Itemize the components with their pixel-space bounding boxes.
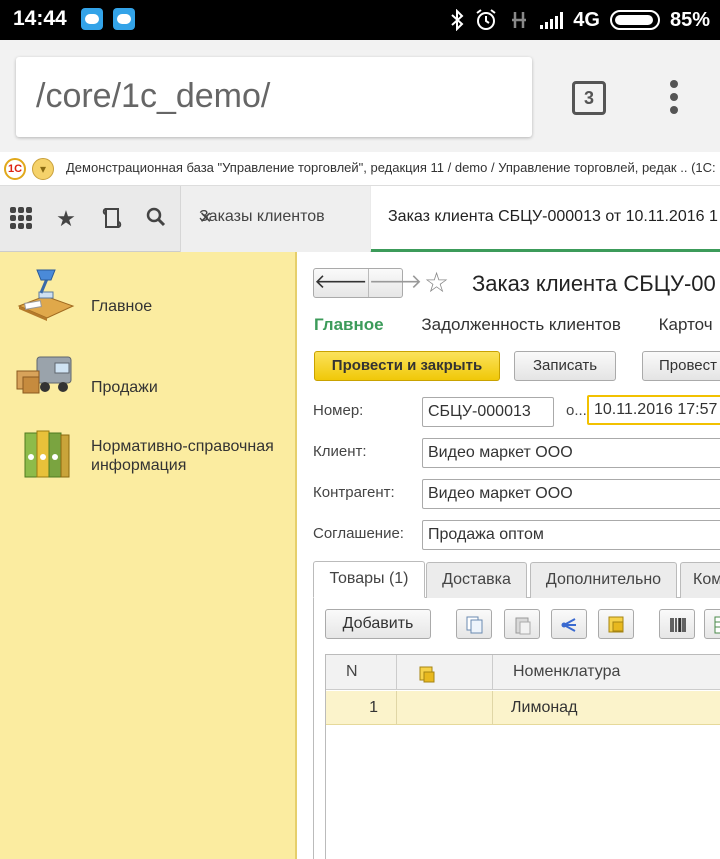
paste-icon[interactable] [504,609,540,639]
status-bar: 14:44 4G 85% [0,0,720,40]
history-nav: 🡐 🡒 [313,268,422,298]
page-title: Заказ клиента СБЦУ-00 [472,271,716,296]
goods-table: N Номенклатура 1 Лимонад [325,654,720,859]
favorite-star-icon[interactable]: ☆ [424,266,449,299]
agreement-label: Соглашение: [313,525,404,542]
section-sales[interactable]: Продажи [0,347,297,407]
form-nav-links: Главное Задолженность клиентов Карточ [314,315,720,335]
barcode-icon[interactable] [659,609,695,639]
table-header: N Номенклатура [326,655,720,690]
status-time: 14:44 [13,7,67,30]
contractor-label: Контрагент: [313,484,395,501]
network-type: 4G [573,8,600,31]
tab-delivery[interactable]: Доставка [426,562,527,598]
tab-client-order[interactable]: Заказ клиента СБЦУ-000013 от 10.11.2016 … [371,186,720,252]
cell-nomenclature: Лимонад [511,699,578,716]
cloud-app-icon [81,8,103,30]
apps-grid-icon[interactable] [10,207,32,229]
fill-icon[interactable] [598,609,634,639]
alarm-icon [474,8,498,32]
copy-icon[interactable] [456,609,492,639]
battery-percent: 85% [669,8,710,31]
sections-panel: Главное Продажи Нормативно-справочная ин… [0,252,297,859]
client-label: Клиент: [313,443,367,460]
app-title-strip: 1С ▾ Демонстрационная база "Управление т… [0,152,720,186]
date-field[interactable]: 10.11.2016 17:57 [587,395,720,425]
add-button[interactable]: Добавить [325,609,431,639]
panel-toolbar: ★ Заказы клиентов ✕ Заказ клиента СБЦУ-0… [0,186,720,252]
column-header-n[interactable]: N [326,655,397,690]
nav-link-card[interactable]: Карточ [659,315,713,334]
section-sales-label: Продажи [91,379,158,396]
cell-n: 1 [326,691,397,725]
history-icon[interactable] [99,206,125,232]
desk-lamp-icon [15,266,75,322]
cloud-app-icon [113,8,135,30]
section-main[interactable]: Главное [0,266,297,326]
post-and-close-button[interactable]: Провести и закрыть [314,351,500,381]
bluetooth-icon [450,9,464,31]
form-tabs: Товары (1) Доставка Дополнительно Ком [313,560,720,598]
favorites-star-icon[interactable]: ★ [53,206,79,232]
signal-icon [540,11,564,29]
contractor-field[interactable]: Видео маркет ООО [422,479,720,509]
nav-link-main[interactable]: Главное [314,315,384,334]
url-text: /core/1c_demo/ [36,77,271,115]
section-reference-data[interactable]: Нормативно-справочная информация [0,427,297,487]
table-settings-icon[interactable] [704,609,720,639]
address-bar[interactable]: /core/1c_demo/ [16,57,532,137]
post-button[interactable]: Провест [642,351,720,381]
tab-client-orders[interactable]: Заказы клиентов ✕ [180,186,370,252]
tab-additional[interactable]: Дополнительно [530,562,677,598]
binders-icon [15,427,75,483]
table-row[interactable]: 1 Лимонад [326,691,720,725]
tab-comment[interactable]: Ком [680,562,720,598]
agreement-field[interactable]: Продажа оптом [422,520,720,550]
back-arrow-icon[interactable]: 🡐 [314,269,368,297]
client-order-form: 🡐 🡒 ☆ Заказ клиента СБЦУ-00 Главное Задо… [299,252,720,859]
delivery-truck-icon [15,347,75,403]
close-icon[interactable]: ✕ [199,208,362,228]
data-off-icon [508,9,530,31]
client-field[interactable]: Видео маркет ООО [422,438,720,468]
main-menu-icon[interactable]: ▾ [32,158,54,180]
section-reference-data-label: Нормативно-справочная информация [91,438,274,474]
column-header-nomenclature[interactable]: Номенклатура [493,655,720,690]
date-label: о... [566,402,587,419]
nav-link-client-debt[interactable]: Задолженность клиентов [421,315,621,334]
section-main-label: Главное [91,298,153,315]
number-label: Номер: [313,402,364,419]
search-icon[interactable] [143,206,169,232]
tab-goods[interactable]: Товары (1) [313,561,425,598]
split-icon[interactable] [551,609,587,639]
browser-toolbar: /core/1c_demo/ 3 [0,40,720,152]
number-field[interactable]: СБЦУ-000013 [422,397,554,427]
tab-client-order-label: Заказ клиента СБЦУ-000013 от 10.11.2016 … [388,208,718,225]
battery-icon [609,10,660,30]
browser-menu-icon[interactable] [668,80,680,116]
column-header-status[interactable] [397,655,493,690]
forward-arrow-icon[interactable]: 🡒 [367,269,422,297]
1c-logo-icon: 1С [4,158,26,180]
tab-switcher-button[interactable]: 3 [572,81,606,115]
save-button[interactable]: Записать [514,351,616,381]
cell-status [397,691,493,725]
app-title: Демонстрационная база "Управление торгов… [66,160,716,175]
